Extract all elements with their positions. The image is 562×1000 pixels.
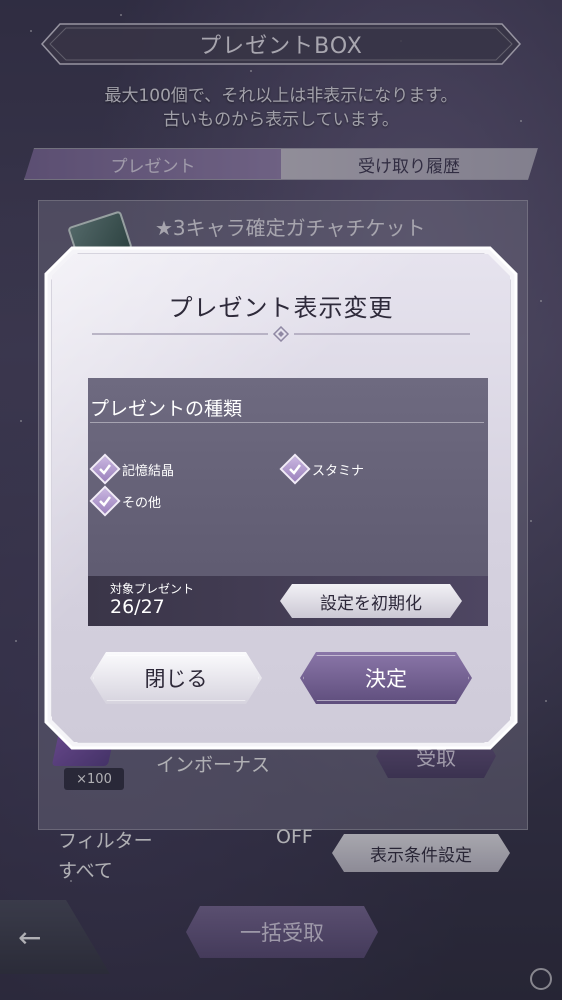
option-label: スタミナ — [312, 463, 365, 479]
option-memory-crystal[interactable]: 記憶結晶 — [89, 453, 175, 485]
target-count-label: 対象プレゼント — [110, 582, 195, 596]
option-stamina[interactable]: スタミナ — [279, 453, 365, 485]
modal-title: プレゼント表示変更 — [168, 294, 394, 322]
checkbox-checked-icon — [89, 453, 121, 485]
section-title: プレゼントの種類 — [90, 398, 243, 420]
close-button[interactable]: 閉じる — [90, 652, 262, 704]
option-label: 記憶結晶 — [122, 463, 175, 479]
confirm-button[interactable]: 決定 — [300, 652, 472, 704]
option-other[interactable]: その他 — [89, 485, 162, 517]
title-divider — [92, 326, 470, 342]
display-settings-modal: プレゼント表示変更 プレゼントの種類 記憶結晶 スタミナ その他 対象プレゼント… — [44, 246, 518, 750]
target-count-value: 26/27 — [110, 596, 165, 618]
checkbox-checked-icon — [279, 453, 311, 485]
section-divider — [90, 422, 484, 423]
checkbox-checked-icon — [89, 485, 121, 517]
option-label: その他 — [122, 495, 162, 511]
reset-settings-button[interactable]: 設定を初期化 — [280, 584, 462, 618]
